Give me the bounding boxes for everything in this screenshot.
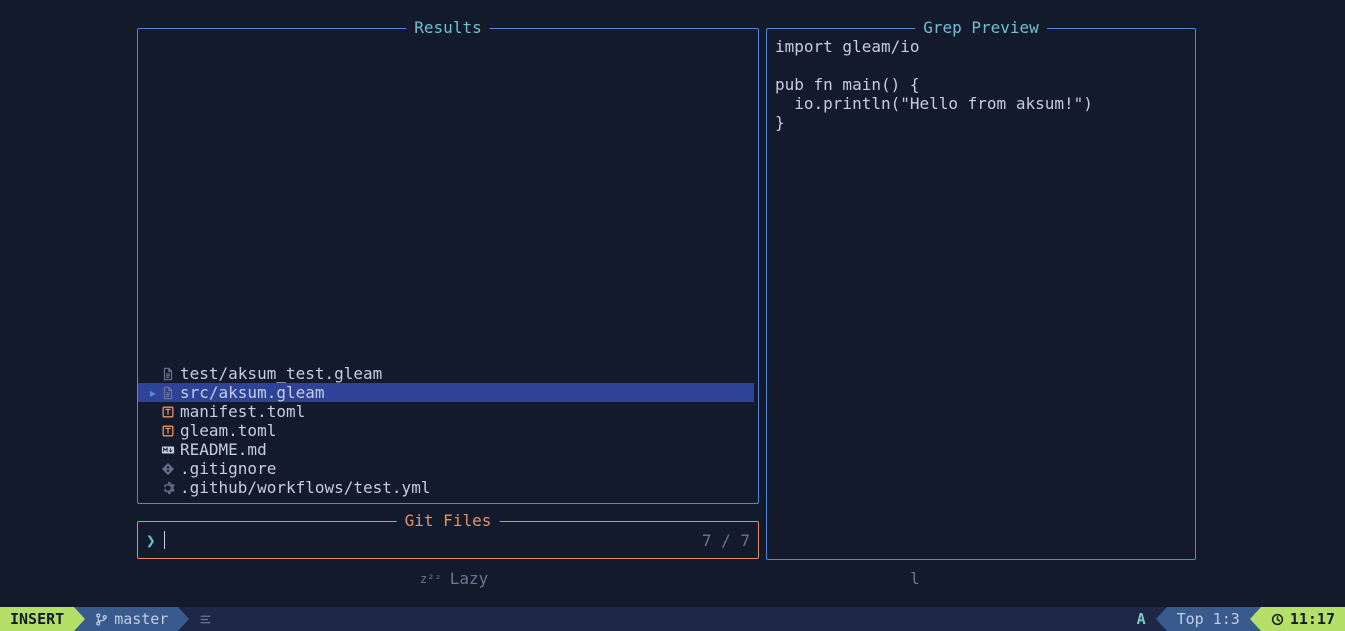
- git-icon: [158, 462, 178, 476]
- preview-title: Grep Preview: [915, 18, 1047, 37]
- file-row[interactable]: ▸ src/aksum.gleam: [138, 383, 754, 402]
- preview-panel: Grep Preview import gleam/io pub fn main…: [766, 28, 1196, 560]
- file-row[interactable]: .github/workflows/test.yml: [138, 478, 754, 497]
- separator-icon: [178, 607, 189, 631]
- row-marker-icon: [148, 440, 158, 459]
- row-marker-icon: ▸: [148, 383, 158, 402]
- file-row[interactable]: gleam.toml: [138, 421, 754, 440]
- separator-icon: [1250, 607, 1261, 631]
- row-marker-icon: [148, 402, 158, 421]
- lines-icon: [199, 613, 212, 626]
- results-list[interactable]: test/aksum_test.gleam▸ src/aksum.gleam m…: [138, 364, 754, 497]
- statusline: INSERT master A Top 1:3: [0, 607, 1345, 631]
- toml-icon: [158, 405, 178, 419]
- file-name: test/aksum_test.gleam: [178, 364, 382, 383]
- sleep-icon: z²ᶻ: [420, 572, 442, 586]
- row-marker-icon: [148, 421, 158, 440]
- status-filetype: [189, 607, 228, 631]
- status-branch: master: [85, 607, 178, 631]
- file-icon: [158, 367, 178, 381]
- file-name: README.md: [178, 440, 267, 459]
- results-title: Results: [406, 18, 489, 37]
- tabline: z²ᶻ Lazy l: [0, 569, 1345, 588]
- search-title: Git Files: [397, 511, 500, 530]
- gear-icon: [158, 481, 178, 495]
- search-prompt-icon: ❯: [146, 531, 156, 550]
- file-icon: [158, 386, 178, 400]
- markdown-icon: [158, 443, 178, 457]
- file-row[interactable]: README.md: [138, 440, 754, 459]
- file-name: gleam.toml: [178, 421, 276, 440]
- results-panel: Results test/aksum_test.gleam▸ src/aksum…: [137, 28, 759, 504]
- separator-icon: [1156, 607, 1167, 631]
- row-marker-icon: [148, 478, 158, 497]
- search-count: 7 / 7: [702, 531, 750, 550]
- file-name: .gitignore: [178, 459, 276, 478]
- tab-hint-right: l: [910, 569, 920, 588]
- clock-icon: [1271, 613, 1284, 626]
- file-row[interactable]: manifest.toml: [138, 402, 754, 421]
- branch-icon: [95, 613, 108, 626]
- toml-icon: [158, 424, 178, 438]
- status-position: Top 1:3: [1167, 607, 1250, 631]
- row-marker-icon: [148, 364, 158, 383]
- file-name: .github/workflows/test.yml: [178, 478, 430, 497]
- status-clock: 11:17: [1261, 607, 1345, 631]
- row-marker-icon: [148, 459, 158, 478]
- file-name: src/aksum.gleam: [178, 383, 325, 402]
- status-mode: INSERT: [0, 607, 74, 631]
- search-input[interactable]: [165, 531, 702, 550]
- status-file-flag: A: [1127, 607, 1156, 631]
- tab-hint-left: Lazy: [450, 569, 489, 588]
- clock-label: 11:17: [1290, 610, 1335, 628]
- separator-icon: [74, 607, 85, 631]
- branch-label: master: [114, 610, 168, 628]
- search-panel[interactable]: Git Files ❯ 7 / 7: [137, 521, 759, 559]
- file-row[interactable]: .gitignore: [138, 459, 754, 478]
- file-row[interactable]: test/aksum_test.gleam: [138, 364, 754, 383]
- file-name: manifest.toml: [178, 402, 305, 421]
- preview-code: import gleam/io pub fn main() { io.print…: [767, 29, 1195, 140]
